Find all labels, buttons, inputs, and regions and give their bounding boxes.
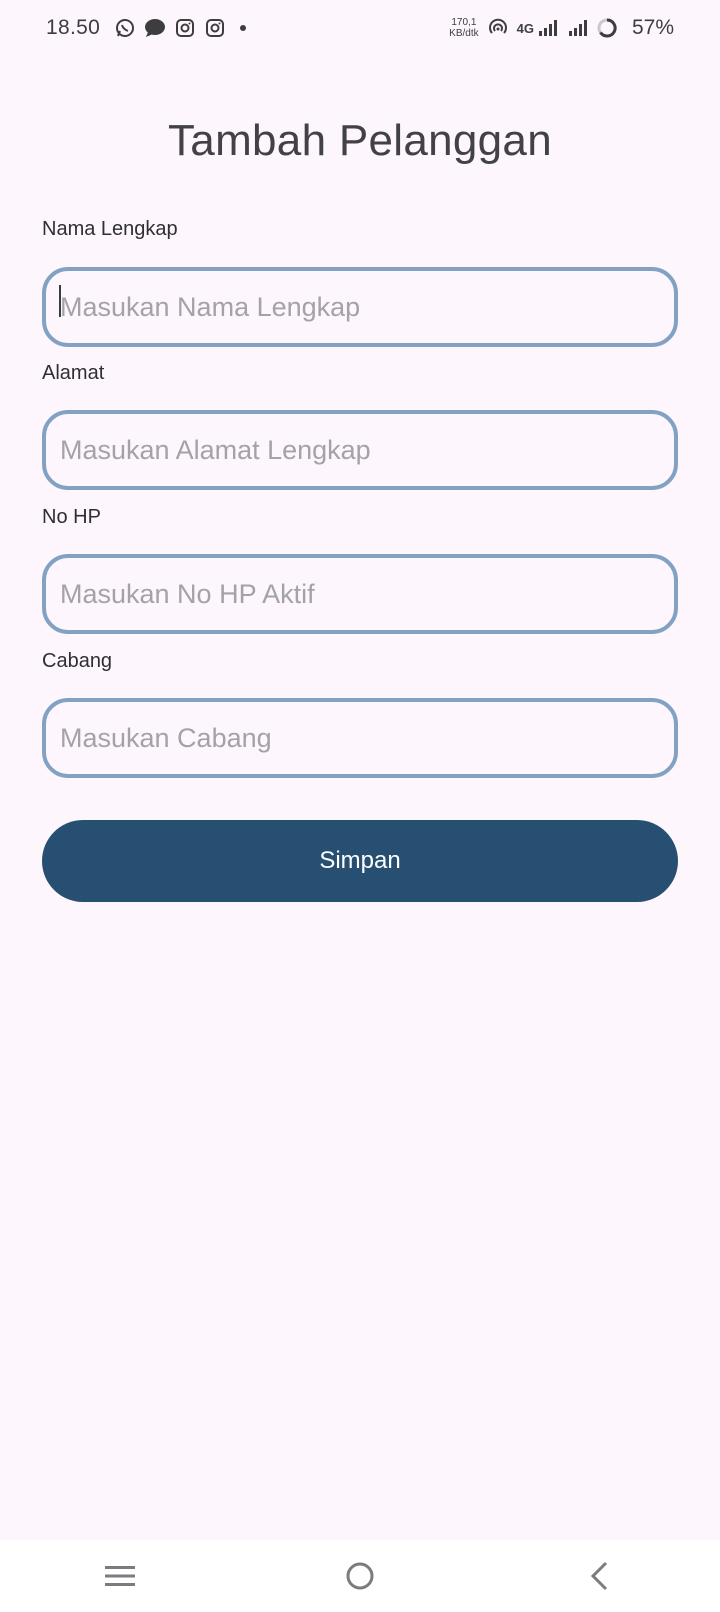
network-speed-value: 170,1 xyxy=(451,17,477,28)
chat-bubble-icon xyxy=(144,17,166,39)
status-left: 18.50 xyxy=(46,16,247,40)
text-cursor xyxy=(59,285,61,317)
status-bar: 18.50 170,1 KB/dtk 4G 57% xyxy=(0,0,720,56)
whatsapp-icon xyxy=(114,17,136,39)
instagram-icon xyxy=(174,17,196,39)
network-speed: 170,1 KB/dtk xyxy=(449,17,478,39)
signal-icon xyxy=(566,17,588,39)
status-right: 170,1 KB/dtk 4G 57% xyxy=(449,16,674,40)
battery-icon xyxy=(596,17,618,39)
home-icon[interactable] xyxy=(330,1546,390,1606)
page-title: Tambah Pelanggan xyxy=(168,116,552,165)
network-type: 4G xyxy=(516,20,534,36)
more-notifications-dot xyxy=(240,25,247,31)
label-no-hp: No HP xyxy=(42,506,101,528)
battery-percent: 57% xyxy=(631,16,674,39)
save-button[interactable]: Simpan xyxy=(42,820,678,902)
back-icon[interactable] xyxy=(570,1546,630,1606)
label-nama-lengkap: Nama Lengkap xyxy=(42,218,178,240)
signal-icon xyxy=(536,17,558,39)
navigation-bar xyxy=(0,1540,720,1612)
clock: 18.50 xyxy=(46,16,101,39)
label-alamat: Alamat xyxy=(42,362,105,384)
label-cabang: Cabang xyxy=(42,650,113,672)
alamat-input[interactable] xyxy=(42,410,678,490)
no-hp-input[interactable] xyxy=(42,554,678,634)
nama-lengkap-input[interactable] xyxy=(42,267,678,347)
network-speed-unit: KB/dtk xyxy=(449,28,479,39)
cabang-input[interactable] xyxy=(42,698,678,778)
menu-icon[interactable] xyxy=(90,1546,150,1606)
hotspot-icon xyxy=(487,17,509,39)
instagram-icon xyxy=(204,17,226,39)
